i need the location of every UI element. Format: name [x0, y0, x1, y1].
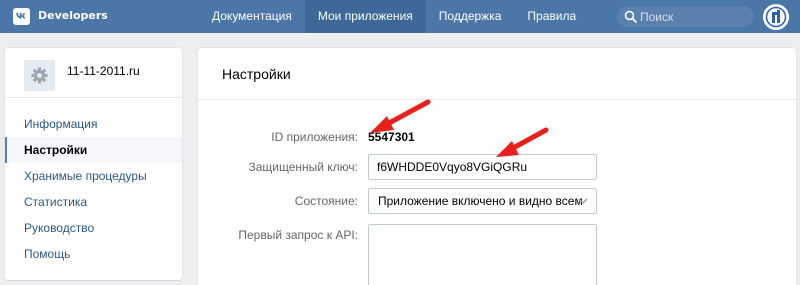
chevron-down-icon	[578, 197, 588, 205]
search-box[interactable]	[617, 6, 754, 27]
user-avatar[interactable]	[763, 4, 789, 30]
app-name: 11-11-2011.ru	[67, 64, 140, 78]
top-nav: Документация Мои приложения Поддержка Пр…	[199, 0, 589, 33]
gear-icon	[24, 60, 55, 91]
sidebar-item-guide[interactable]: Руководство	[5, 215, 182, 241]
sidebar-item-statistics[interactable]: Статистика	[5, 189, 182, 215]
secret-key-label: Защищенный ключ:	[248, 160, 358, 174]
red-arrow-annotation	[494, 126, 554, 160]
vk-logo-icon[interactable]	[13, 8, 30, 25]
app-header: 11-11-2011.ru	[5, 48, 182, 98]
search-icon	[624, 10, 637, 23]
sidebar-item-help[interactable]: Помощь	[5, 241, 182, 267]
nav-item-rules[interactable]: Правила	[514, 0, 589, 33]
secret-key-field[interactable]: f6WHDDE0Vqyo8VGiQGRu	[368, 154, 597, 180]
search-input[interactable]	[639, 6, 749, 27]
sidebar-menu: Информация Настройки Хранимые процедуры …	[5, 111, 182, 267]
state-select-value: Приложение включено и видно всем	[378, 194, 583, 208]
nav-item-my-apps[interactable]: Мои приложения	[304, 0, 426, 33]
red-arrow-annotation	[366, 98, 446, 136]
sidebar: 11-11-2011.ru Информация Настройки Храни…	[5, 48, 182, 280]
state-label: Состояние:	[294, 194, 358, 208]
sidebar-item-stored-procedures[interactable]: Хранимые процедуры	[5, 163, 182, 189]
first-api-textarea[interactable]	[368, 224, 597, 285]
app-id-label: ID приложения:	[271, 130, 358, 144]
first-api-label: Первый запрос к API:	[238, 228, 358, 242]
nav-item-support[interactable]: Поддержка	[426, 0, 515, 33]
settings-panel: Настройки ID приложения: 5547301 Защищен…	[198, 48, 796, 285]
page-title: Настройки	[198, 48, 796, 100]
sidebar-item-settings[interactable]: Настройки	[5, 137, 182, 163]
brand-title[interactable]: Developers	[38, 9, 108, 22]
nav-item-docs[interactable]: Документация	[199, 0, 305, 33]
sidebar-item-info[interactable]: Информация	[5, 111, 182, 137]
state-select[interactable]: Приложение включено и видно всем	[368, 188, 597, 214]
top-header: Developers Документация Мои приложения П…	[0, 0, 800, 33]
